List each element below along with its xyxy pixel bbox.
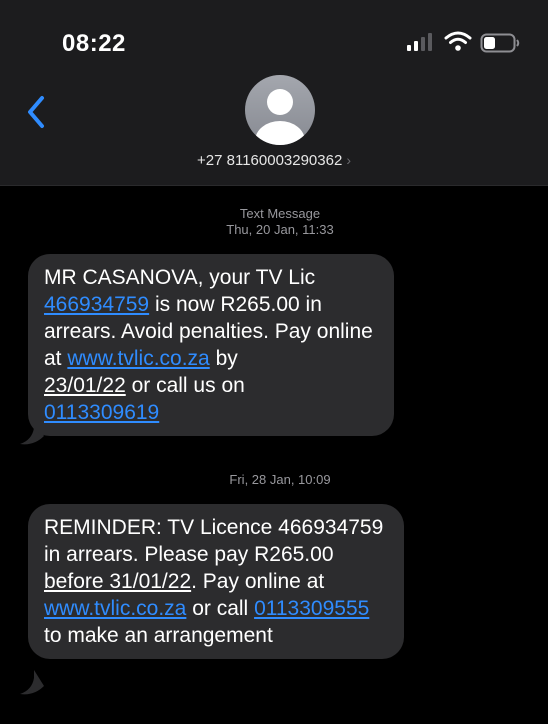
website-link[interactable]: www.tvlic.co.za	[44, 597, 186, 620]
phone-link[interactable]: 0113309619	[44, 401, 159, 424]
battery-icon	[480, 33, 520, 53]
message-bubble-2[interactable]: REMINDER: TV Licence 466934759 in arrear…	[28, 504, 404, 659]
status-icons	[406, 30, 526, 54]
back-chevron-icon[interactable]	[22, 92, 52, 132]
contact-number: +27 81160003290362	[197, 152, 343, 169]
signal-icon	[407, 33, 432, 51]
website-link[interactable]: www.tvlic.co.za	[67, 347, 209, 370]
date-detected[interactable]: 23/01/22	[44, 374, 126, 397]
message-text: by	[209, 347, 238, 370]
contact-name[interactable]: +27 81160003290362 ›	[0, 152, 548, 169]
message-bubble-1[interactable]: MR CASANOVA, your TV Lic 466934759 is no…	[28, 254, 394, 436]
account-number-link[interactable]: 466934759	[44, 293, 149, 316]
message-text: or call us on	[125, 374, 245, 397]
avatar-icon	[255, 89, 305, 145]
conversation-header: 08:22 +27 81160003290362 ›	[0, 0, 548, 186]
bubble-tail	[20, 670, 44, 695]
message-text: MR CASANOVA, your TV Lic	[44, 266, 316, 289]
message-date: Thu, 20 Jan, 11:33	[226, 222, 334, 237]
date-detected[interactable]: before 31/01/22	[44, 570, 191, 593]
message-text: or call	[186, 597, 255, 620]
message-service-label: Text Message	[239, 206, 321, 221]
message-text: . Pay online at	[191, 570, 325, 593]
chevron-right-icon: ›	[346, 152, 351, 168]
status-time: 08:22	[62, 30, 126, 57]
message-date: Fri, 28 Jan, 10:09	[229, 472, 331, 487]
phone-link[interactable]: 0113309555	[254, 597, 369, 620]
wifi-icon	[444, 31, 472, 51]
message-timestamp-1: Text Message Thu, 20 Jan, 11:33	[0, 206, 548, 238]
message-text: REMINDER: TV Licence 466934759 in arrear…	[44, 516, 384, 566]
message-text: to make an arrangement	[44, 624, 273, 647]
message-timestamp-2: Fri, 28 Jan, 10:09	[0, 472, 548, 488]
contact-avatar[interactable]	[245, 75, 315, 145]
